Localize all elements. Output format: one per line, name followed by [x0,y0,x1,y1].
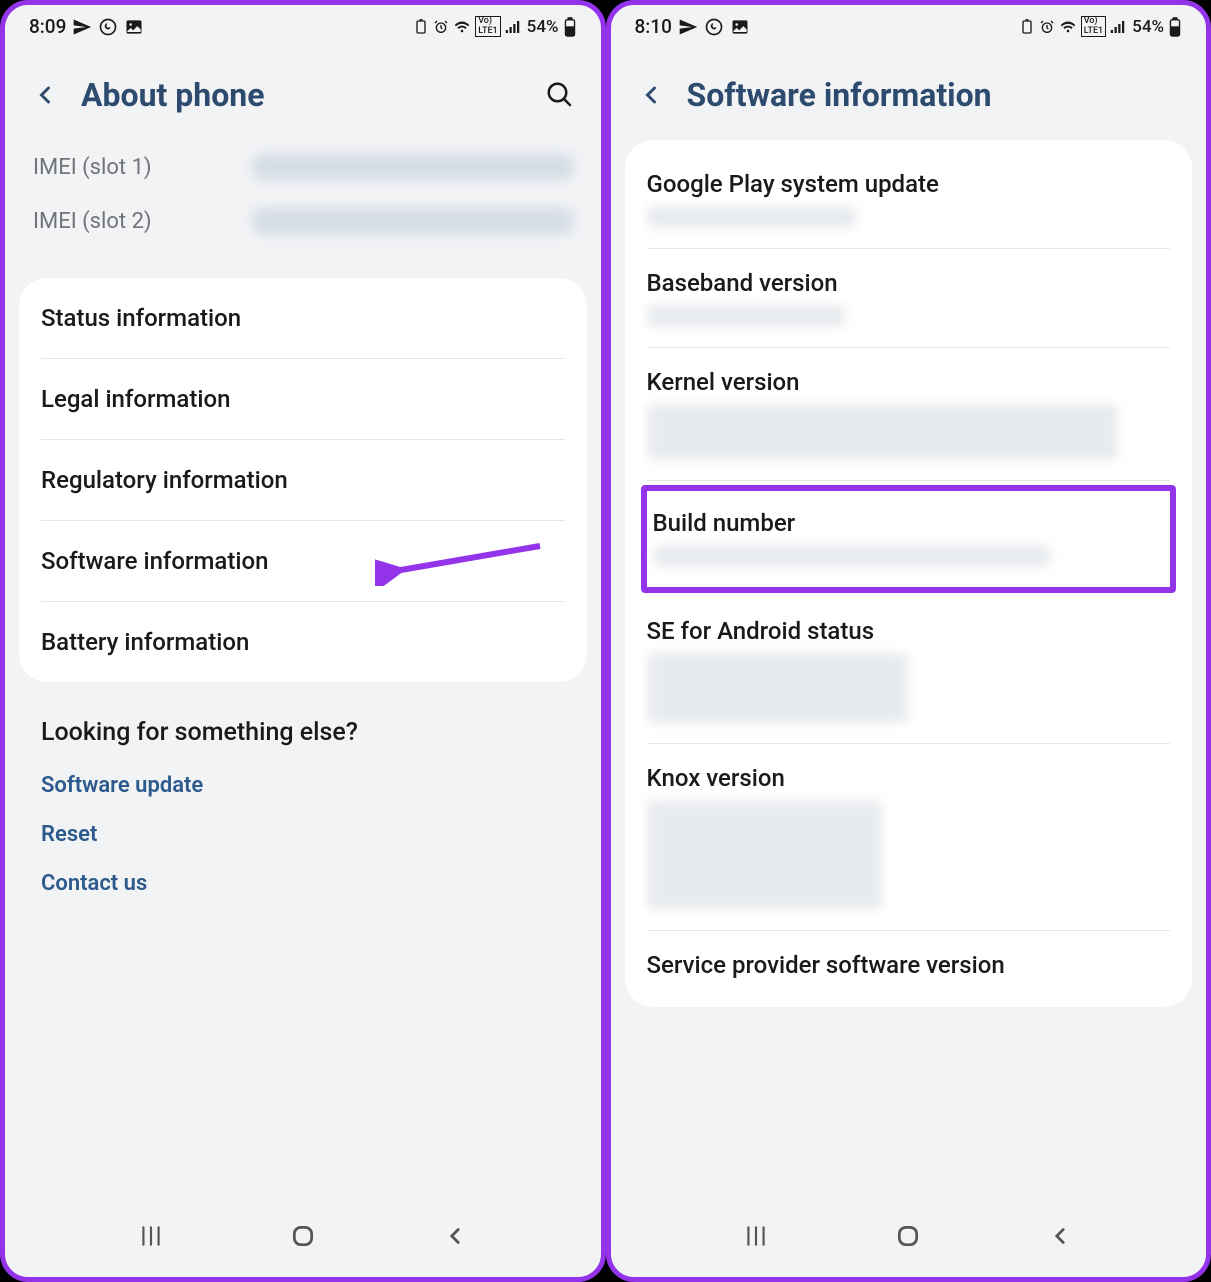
status-time-2: 8:10 [635,15,672,38]
baseband-version-item[interactable]: Baseband version [647,249,1171,348]
whatsapp-icon [704,17,724,37]
alarm-icon [433,19,449,35]
page-title: About phone [81,76,523,114]
battery-icon [563,17,577,37]
reset-link[interactable]: Reset [41,822,565,847]
image-icon [124,17,144,37]
status-right: Vo)LTE1 54% [413,16,576,38]
back-arrow-icon[interactable] [637,81,665,109]
value-blurred [647,800,883,910]
home-icon[interactable] [895,1223,921,1249]
recent-apps-icon[interactable] [743,1223,769,1249]
image-icon [730,17,750,37]
search-icon[interactable] [545,80,575,110]
build-number-item[interactable]: Build number [641,485,1177,593]
back-arrow-icon[interactable] [31,81,59,109]
telegram-icon [72,17,92,37]
imei-1-label: IMEI (slot 1) [33,155,253,180]
service-provider-version-item[interactable]: Service provider software version [647,931,1171,1007]
software-info-item[interactable]: Software information [41,521,565,602]
page-header-2: Software information [611,42,1207,140]
contact-us-link[interactable]: Contact us [41,871,565,896]
looking-title: Looking for something else? [41,718,565,747]
status-time: 8:09 [29,15,66,38]
status-left-2: 8:10 [635,15,750,38]
value-blurred [647,404,1118,460]
imei-2-label: IMEI (slot 2) [33,209,253,234]
imei-slot-2[interactable]: IMEI (slot 2) [33,194,573,248]
knox-version-item[interactable]: Knox version [647,744,1171,931]
value-blurred [647,305,846,327]
battery-info-item[interactable]: Battery information [41,602,565,682]
status-left: 8:09 [29,15,144,38]
se-android-status-item[interactable]: SE for Android status [647,597,1171,744]
google-play-update-item[interactable]: Google Play system update [647,150,1171,249]
value-blurred [647,206,856,228]
status-bar-2: 8:10 Vo)LTE1 54% [611,5,1207,42]
annotation-arrow-icon [375,536,545,586]
page-header: About phone [5,42,601,140]
battery-saver-icon [1019,19,1035,35]
navigation-bar-2 [611,1205,1207,1267]
wifi-icon [1059,19,1077,35]
status-right-2: Vo)LTE1 54% [1019,16,1182,38]
page-title-2: Software information [687,76,1181,114]
status-info-item[interactable]: Status information [41,278,565,359]
imei-2-value-blurred [253,208,573,234]
wifi-icon [453,19,471,35]
looking-section: Looking for something else? Software upd… [5,694,601,950]
volte-icon: Vo)LTE1 [475,16,500,38]
signal-icon [505,19,523,35]
kernel-version-item[interactable]: Kernel version [647,348,1171,481]
alarm-icon [1039,19,1055,35]
battery-saver-icon [413,19,429,35]
regulatory-info-item[interactable]: Regulatory information [41,440,565,521]
imei-slot-1[interactable]: IMEI (slot 1) [33,140,573,194]
whatsapp-icon [98,17,118,37]
back-icon[interactable] [442,1223,468,1249]
value-blurred [653,545,1052,567]
screen-software-info: 8:10 Vo)LTE1 54% Software information Go… [606,0,1211,1282]
home-icon[interactable] [290,1223,316,1249]
battery-icon [1168,17,1182,37]
volte-icon: Vo)LTE1 [1081,16,1106,38]
status-bar: 8:09 Vo)LTE1 54% [5,5,601,42]
value-blurred [647,653,909,723]
signal-icon [1110,19,1128,35]
back-icon[interactable] [1047,1223,1073,1249]
battery-percent-2: 54% [1132,17,1164,37]
software-info-card: Google Play system update Baseband versi… [625,140,1193,1007]
telegram-icon [678,17,698,37]
imei-section: IMEI (slot 1) IMEI (slot 2) [5,140,601,266]
battery-percent: 54% [527,17,559,37]
info-card: Status information Legal information Reg… [19,278,587,682]
imei-1-value-blurred [253,154,573,180]
navigation-bar [5,1205,601,1267]
screen-about-phone: 8:09 Vo)LTE1 54% About phone IMEI (slot … [0,0,606,1282]
software-update-link[interactable]: Software update [41,773,565,798]
legal-info-item[interactable]: Legal information [41,359,565,440]
recent-apps-icon[interactable] [138,1223,164,1249]
